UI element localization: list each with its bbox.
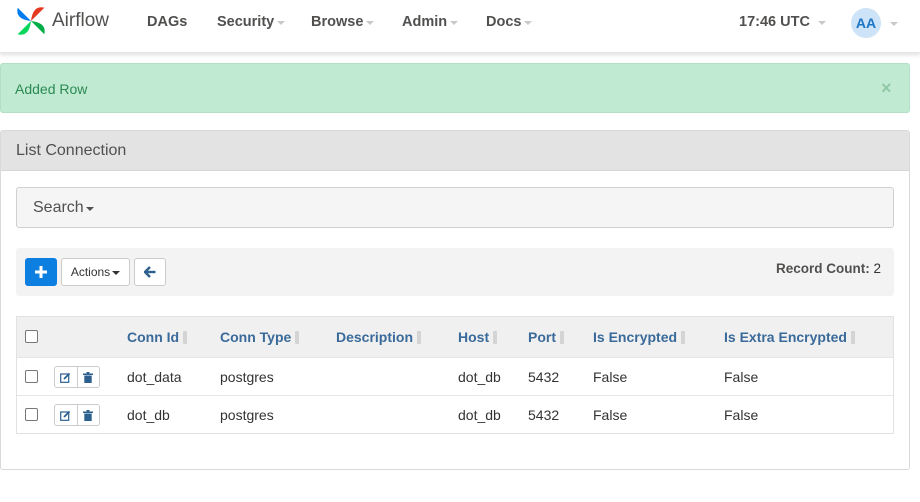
sort-icon (417, 330, 422, 344)
user-avatar[interactable]: AA (851, 8, 881, 38)
caret-down-icon (85, 207, 94, 211)
row-checkbox[interactable] (25, 408, 38, 421)
add-record-button[interactable] (25, 258, 57, 286)
column-label: Is Encrypted (593, 329, 678, 345)
nav-browse-label: Browse (311, 14, 364, 30)
top-navbar: Airflow DAGs Security Browse Admin Docs … (0, 0, 920, 53)
cell-conn-id: dot_db (127, 407, 170, 423)
cell-is-extra-encrypted: False (724, 369, 759, 385)
table-row: dot_data postgres dot_db 5432 False Fals… (17, 357, 893, 396)
delete-button[interactable] (76, 367, 99, 387)
plus-icon (35, 266, 47, 278)
cell-is-extra-encrypted: False (724, 407, 759, 423)
trash-icon (83, 409, 94, 421)
select-all-checkbox[interactable] (25, 330, 38, 343)
caret-down-icon (450, 21, 459, 25)
nav-security-label: Security (217, 14, 275, 30)
column-label: Conn Id (127, 329, 180, 345)
sort-icon (493, 330, 498, 344)
caret-down-icon[interactable] (890, 22, 898, 26)
search-label: Search (33, 199, 84, 216)
column-header-conn-type[interactable]: Conn Type (220, 329, 300, 345)
edit-icon (60, 372, 71, 383)
cell-is-encrypted: False (593, 369, 628, 385)
cell-conn-type: postgres (220, 407, 274, 423)
record-count-value: 2 (873, 261, 882, 276)
cell-conn-id: dot_data (127, 369, 182, 385)
column-label: Host (458, 329, 490, 345)
table-header: Conn Id Conn Type Description Host Port … (17, 317, 893, 357)
close-icon[interactable]: × (881, 78, 892, 99)
column-header-host[interactable]: Host (458, 329, 498, 345)
nav-docs[interactable]: Docs (486, 12, 533, 32)
table-row: dot_db postgres dot_db 5432 False False (17, 395, 893, 434)
column-label: Conn Type (220, 329, 292, 345)
trash-icon (83, 371, 94, 383)
search-toggle[interactable]: Search (16, 187, 894, 228)
cell-conn-type: postgres (220, 369, 274, 385)
cell-is-encrypted: False (593, 407, 628, 423)
column-label: Description (336, 329, 414, 345)
edit-icon (60, 410, 71, 421)
nav-admin-label: Admin (402, 14, 448, 30)
actions-label: Actions (70, 265, 111, 279)
sort-icon (560, 330, 564, 344)
column-header-is-extra-encrypted[interactable]: Is Extra Encrypted (724, 329, 855, 345)
airflow-pinwheel-icon (17, 7, 45, 35)
column-header-port[interactable]: Port (528, 329, 564, 345)
delete-button[interactable] (76, 405, 99, 425)
caret-down-icon (366, 21, 375, 25)
caret-down-icon (524, 21, 533, 25)
nav-dags[interactable]: DAGs (147, 12, 187, 32)
caret-down-icon (112, 271, 121, 275)
record-count: Record Count: 2 (776, 261, 881, 276)
brand[interactable]: Airflow (12, 2, 109, 40)
row-actions (54, 366, 100, 388)
column-header-is-encrypted[interactable]: Is Encrypted (593, 329, 686, 345)
back-button[interactable] (134, 258, 166, 286)
edit-button[interactable] (55, 405, 77, 425)
page-title: List Connection (16, 142, 127, 159)
list-panel: List Connection Search Actions Record Co… (0, 130, 910, 470)
row-actions (54, 404, 100, 426)
sort-icon (295, 330, 300, 344)
caret-down-icon (817, 21, 826, 25)
record-count-label: Record Count: (776, 261, 870, 276)
cell-host: dot_db (458, 407, 501, 423)
sort-icon (850, 330, 855, 344)
sort-icon (183, 330, 188, 344)
connections-table: Conn Id Conn Type Description Host Port … (16, 316, 894, 434)
edit-button[interactable] (55, 367, 77, 387)
column-header-description[interactable]: Description (336, 329, 422, 345)
nav-docs-label: Docs (486, 14, 522, 30)
brand-name: Airflow (52, 10, 110, 31)
column-header-conn-id[interactable]: Conn Id (127, 329, 188, 345)
search-dropdown[interactable]: Search (33, 199, 94, 217)
row-checkbox[interactable] (25, 370, 38, 383)
column-label: Port (528, 329, 556, 345)
nav-browse[interactable]: Browse (311, 12, 375, 32)
success-alert: Added Row × (0, 63, 910, 113)
nav-clock[interactable]: 17:46 UTC (739, 12, 826, 32)
sort-icon (681, 330, 686, 344)
list-toolbar: Actions Record Count: 2 (16, 248, 894, 296)
nav-dags-label: DAGs (147, 14, 188, 30)
column-label: Is Extra Encrypted (724, 329, 847, 345)
nav-security[interactable]: Security (217, 12, 286, 32)
caret-down-icon (277, 21, 286, 25)
alert-message: Added Row (15, 81, 88, 97)
nav-admin[interactable]: Admin (402, 12, 459, 32)
cell-host: dot_db (458, 369, 501, 385)
arrow-left-icon (144, 266, 156, 278)
panel-heading: List Connection (1, 131, 909, 171)
clock-label: 17:46 UTC (739, 14, 810, 30)
cell-port: 5432 (528, 407, 560, 423)
actions-dropdown-button[interactable]: Actions (61, 258, 130, 286)
user-initials: AA (855, 15, 877, 31)
cell-port: 5432 (528, 369, 560, 385)
